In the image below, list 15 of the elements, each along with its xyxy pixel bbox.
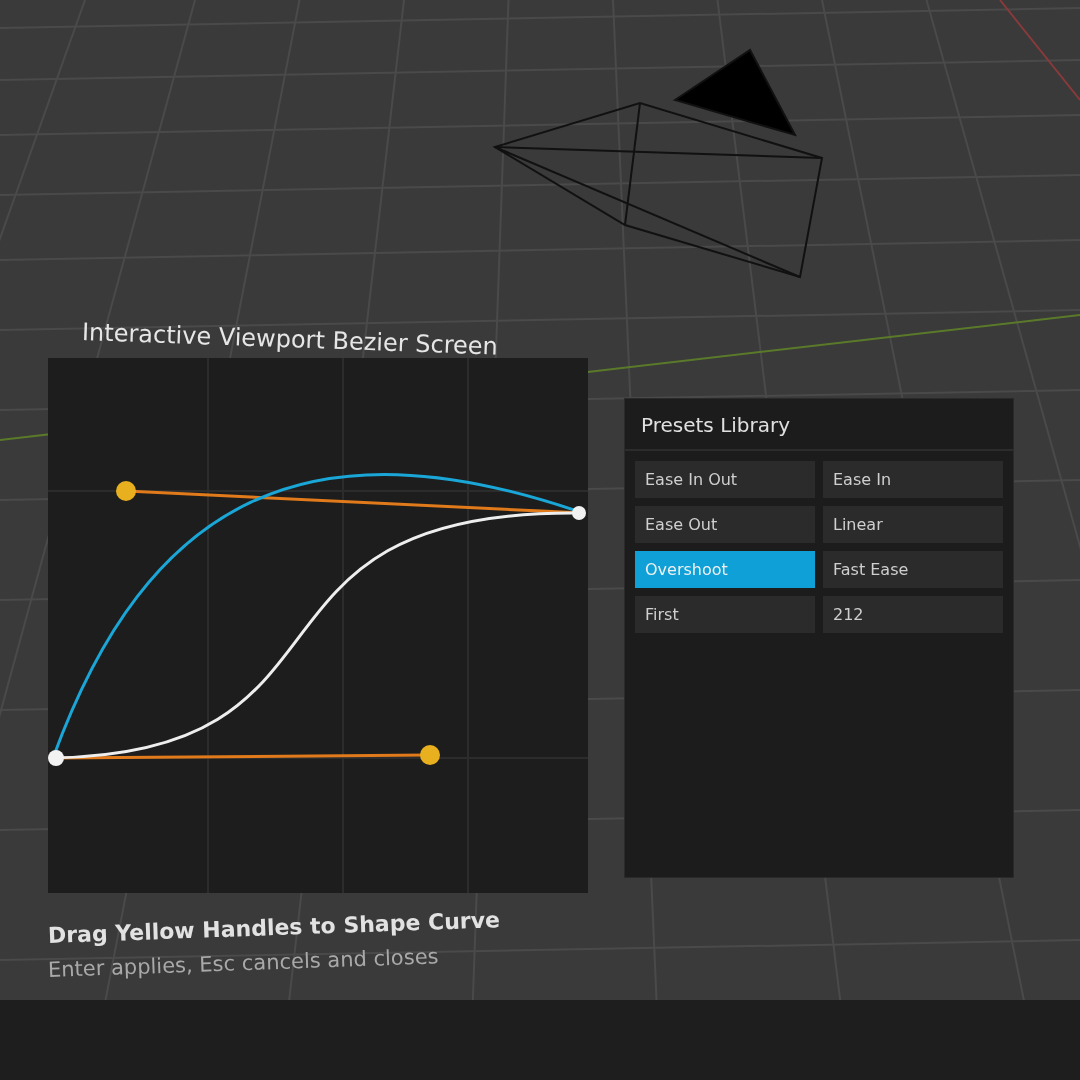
preset-button[interactable]: Fast Ease xyxy=(823,551,1003,588)
preset-button[interactable]: Ease In xyxy=(823,461,1003,498)
endpoint-dot[interactable] xyxy=(48,750,64,766)
hint-heading: Drag Yellow Handles to Shape Curve xyxy=(47,907,501,948)
presets-title: Presets Library xyxy=(625,399,1013,451)
curve-editor-panel[interactable] xyxy=(48,358,588,893)
control-handle[interactable] xyxy=(420,745,440,765)
control-handle[interactable] xyxy=(116,481,136,501)
preset-button[interactable]: First xyxy=(635,596,815,633)
preset-button[interactable]: 212 xyxy=(823,596,1003,633)
endpoint-dot[interactable] xyxy=(572,506,586,520)
preset-button[interactable]: Ease In Out xyxy=(635,461,815,498)
preset-button[interactable]: Ease Out xyxy=(635,506,815,543)
preset-button[interactable]: Linear xyxy=(823,506,1003,543)
editor-title: Interactive Viewport Bezier Screen xyxy=(81,318,499,361)
